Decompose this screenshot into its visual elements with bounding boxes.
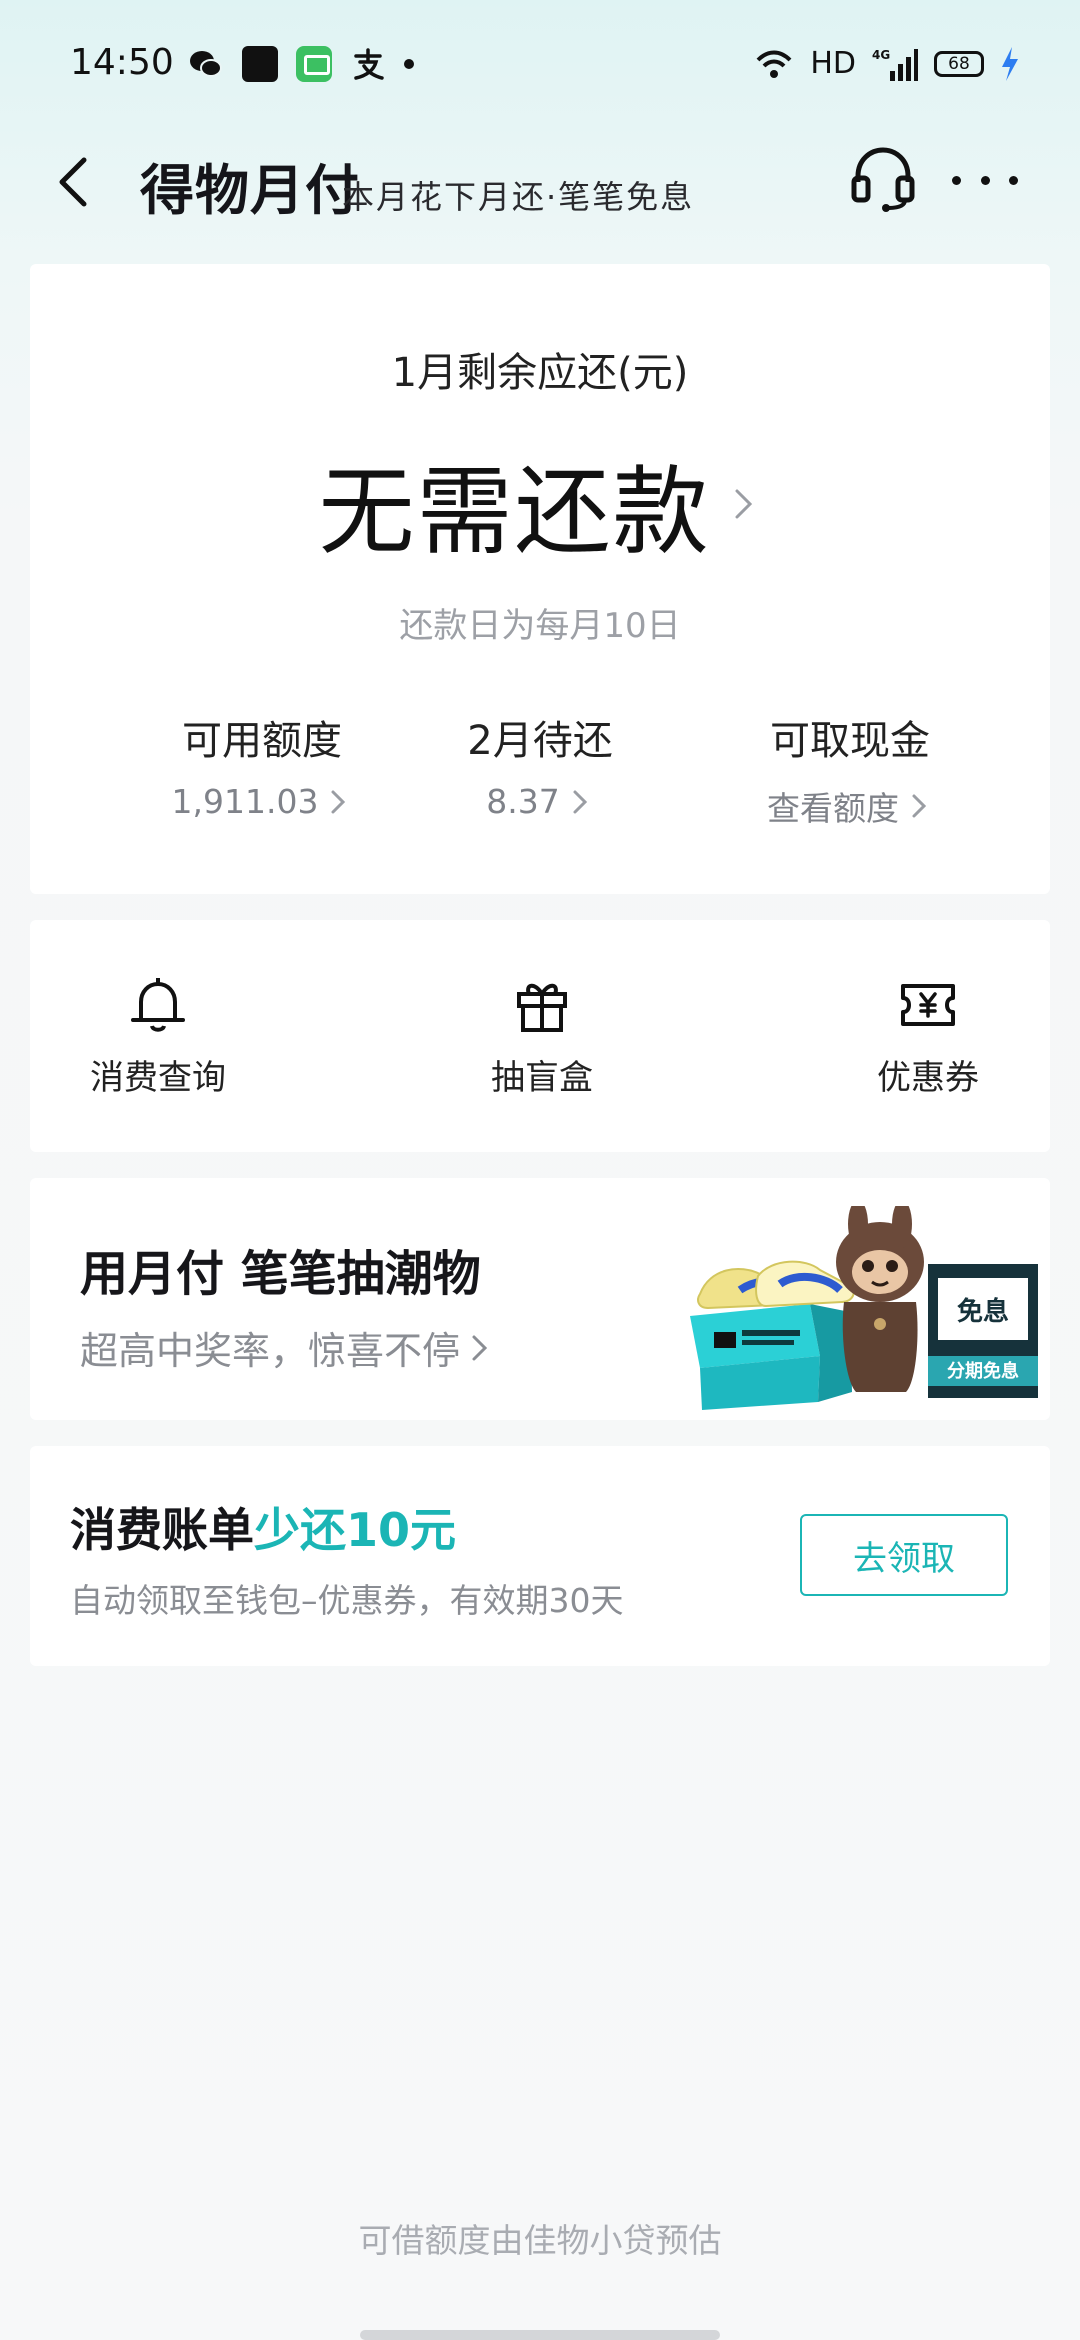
chevron-right-icon <box>573 790 587 813</box>
bill-coupon-card: 消费账单少还10元 自动领取至钱包–优惠券，有效期30天 去领取 <box>30 1446 1050 1666</box>
chevron-right-icon <box>331 790 346 813</box>
system-indicators: HD 4G 68 <box>754 46 1020 81</box>
stat-value: 8.37 <box>486 782 560 821</box>
quick-actions-card: 消费查询 抽盲盒 优惠券 <box>30 920 1050 1152</box>
stat-value-row: 1,911.03 <box>112 782 412 821</box>
alipay-icon <box>350 46 386 82</box>
messages-icon <box>296 46 332 82</box>
gift-icon <box>517 983 567 1032</box>
bell-icon <box>131 978 185 1032</box>
stat-value: 1,911.03 <box>171 782 319 821</box>
next-month-due[interactable]: 2月待还 8.37 <box>390 708 690 821</box>
brand-subtitle: 本月花下月还·笔笔免息 <box>342 178 695 216</box>
network-label: HD <box>810 46 856 81</box>
action-label: 抽盲盒 <box>491 1058 593 1098</box>
stat-label: 2月待还 <box>467 718 613 764</box>
repayment-status[interactable]: 无需还款 <box>30 434 1050 573</box>
chevron-right-icon <box>472 1335 488 1360</box>
promo-banner[interactable]: 用月付 笔笔抽潮物 超高中奖率，惊喜不停 免息 分期免息 <box>30 1178 1050 1420</box>
remaining-due-label: 1月剩余应还(元) <box>391 350 689 396</box>
promo-banner-text: 分期免息 <box>947 1360 1019 1382</box>
stat-value-row: 8.37 <box>390 782 690 821</box>
bill-title-prefix: 消费账单 <box>70 1503 254 1557</box>
action-label: 优惠券 <box>877 1058 979 1098</box>
due-date-note: 还款日为每月10日 <box>399 606 681 646</box>
wifi-icon <box>756 50 792 78</box>
more-dot <box>980 175 990 185</box>
wechat-icon <box>188 46 224 82</box>
cash-withdrawal[interactable]: 可取现金 查看额度 <box>700 708 1000 830</box>
bill-title: 消费账单少还10元 <box>70 1494 456 1560</box>
headset-icon <box>851 147 915 212</box>
charging-icon <box>1002 46 1018 81</box>
promo-subtitle-row: 超高中奖率，惊喜不停 <box>80 1320 494 1375</box>
back-button[interactable] <box>46 152 106 212</box>
stat-value-row: 查看额度 <box>700 782 1000 830</box>
signal-icon: 4G <box>872 48 918 81</box>
chevron-right-icon <box>735 489 752 518</box>
more-dot <box>952 175 961 185</box>
dot-icon <box>404 59 414 69</box>
available-credit[interactable]: 可用额度 1,911.03 <box>112 708 412 821</box>
claim-coupon-button[interactable]: 去领取 <box>800 1514 1008 1596</box>
notification-icons <box>188 46 414 82</box>
bill-subtitle: 自动领取至钱包–优惠券，有效期30天 <box>70 1581 624 1620</box>
consumption-query-button[interactable]: 消费查询 <box>38 974 278 1099</box>
promo-illustration: 免息 分期免息 <box>690 1206 1038 1410</box>
bill-title-accent: 少还10元 <box>254 1503 457 1557</box>
brand-title: 得物月付 <box>140 159 360 222</box>
home-indicator[interactable] <box>360 2330 720 2340</box>
action-label: 消费查询 <box>90 1058 226 1098</box>
customer-service-button[interactable] <box>848 144 918 214</box>
blind-box-button[interactable]: 抽盲盒 <box>422 974 662 1099</box>
stat-label: 可取现金 <box>770 718 930 764</box>
promo-sign-text: 免息 <box>957 1296 1009 1327</box>
coupon-icon <box>901 984 955 1026</box>
status-time: 14:50 <box>70 42 174 83</box>
more-dot <box>1009 175 1018 185</box>
promo-title: 用月付 笔笔抽潮物 <box>80 1246 481 1302</box>
svg-text:4G: 4G <box>872 48 890 62</box>
coupons-button[interactable]: 优惠券 <box>808 974 1048 1099</box>
stat-value: 查看额度 <box>767 789 899 828</box>
more-options-button[interactable] <box>952 150 1018 210</box>
nav-bar: 得物月付 本月花下月还·笔笔免息 <box>0 130 1080 240</box>
chevron-right-icon <box>912 794 927 818</box>
promo-subtitle: 超高中奖率，惊喜不停 <box>80 1329 461 1373</box>
status-bar: 14:50 HD 4G 68 <box>0 0 1080 130</box>
black-app-icon <box>242 46 278 82</box>
stat-label: 可用额度 <box>182 718 342 764</box>
battery-indicator: 68 <box>934 50 984 77</box>
repayment-amount: 无需还款 <box>318 456 711 568</box>
repayment-summary-card: 1月剩余应还(元) 无需还款 还款日为每月10日 可用额度 1,911.03 2… <box>30 264 1050 894</box>
credit-provider-note: 可借额度由佳物小贷预估 <box>358 2221 722 2260</box>
chevron-left-icon <box>59 157 87 207</box>
